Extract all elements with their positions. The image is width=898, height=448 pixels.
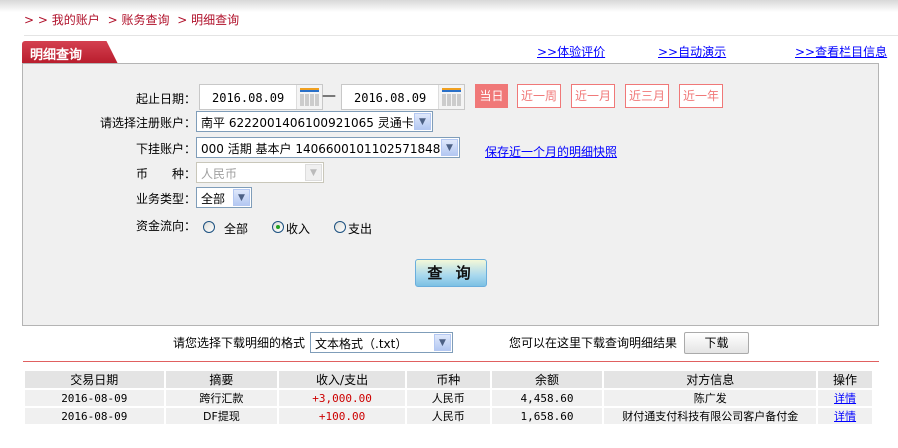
range-today-button[interactable]: 当日 <box>475 84 508 108</box>
flow-all-label[interactable]: 全部 <box>224 220 248 237</box>
chevron-down-icon: ▼ <box>434 334 451 351</box>
download-format-select[interactable]: 文本格式（.txt） ▼ <box>310 332 453 353</box>
col-counterparty: 对方信息 <box>602 369 819 390</box>
flow-income-label[interactable]: 收入 <box>286 220 310 237</box>
cell-currency: 人民币 <box>404 388 492 408</box>
calendar-icon[interactable] <box>296 85 322 109</box>
end-date-input[interactable]: 2016.08.09 <box>341 84 465 110</box>
download-format-label: 请您选择下载明细的格式 <box>172 336 305 350</box>
flow-all-radio[interactable] <box>203 221 215 233</box>
table-header: 交易日期 摘要 收入/支出 币种 余额 对方信息 操作 <box>23 369 874 390</box>
cell-action: 详情 <box>816 406 874 426</box>
chevron-down-icon: ▼ <box>441 139 458 156</box>
date-label: 起止日期： <box>135 92 196 106</box>
reg-account-label: 请选择注册账户： <box>99 116 196 130</box>
col-amount: 收入/支出 <box>277 369 407 390</box>
detail-table: 交易日期 摘要 收入/支出 币种 余额 对方信息 操作 2016-08-09 跨… <box>23 369 874 426</box>
chevron-down-icon: ▼ <box>414 113 431 130</box>
breadcrumb: > > 我的账户 > 账务查询 > 明细查询 <box>24 11 243 28</box>
save-snapshot-link[interactable]: 保存近一个月的明细快照 <box>485 143 617 160</box>
col-currency: 币种 <box>404 369 492 390</box>
biz-type-label: 业务类型： <box>135 192 196 206</box>
tab-detail-query[interactable]: 明细查询 <box>22 41 118 64</box>
flow-expense-radio[interactable] <box>334 221 346 233</box>
col-date: 交易日期 <box>23 369 166 390</box>
col-balance: 余额 <box>489 369 605 390</box>
range-3months-button[interactable]: 近三月 <box>625 84 669 108</box>
cell-amount: +100.00 <box>277 406 407 426</box>
breadcrumb-account-query[interactable]: > 账务查询 <box>108 13 170 27</box>
table-row: 2016-08-09 跨行汇款 +3,000.00 人民币 4,458.60 陈… <box>23 388 874 408</box>
download-hint: 您可以在这里下载查询明细结果 <box>509 336 678 350</box>
calendar-icon[interactable] <box>438 85 464 109</box>
cell-date: 2016-08-09 <box>23 388 166 408</box>
detail-link[interactable]: 详情 <box>834 410 856 423</box>
link-experience-rating[interactable]: >>体验评价 <box>537 43 605 60</box>
col-action: 操作 <box>816 369 874 390</box>
divider <box>24 35 898 36</box>
cell-action: 详情 <box>816 388 874 408</box>
currency-select: 人民币 ▼ <box>196 162 324 183</box>
cell-currency: 人民币 <box>404 406 492 426</box>
link-auto-demo[interactable]: >>自动演示 <box>658 43 726 60</box>
date-dash: — <box>322 88 336 104</box>
chevron-down-icon: ▼ <box>233 189 250 206</box>
cell-summary: DF提现 <box>163 406 280 426</box>
start-date-input[interactable]: 2016.08.09 <box>199 84 323 110</box>
table-row: 2016-08-09 DF提现 +100.00 人民币 1,658.60 财付通… <box>23 406 874 426</box>
cell-amount: +3,000.00 <box>277 388 407 408</box>
breadcrumb-my-account[interactable]: > > 我的账户 <box>24 13 100 27</box>
link-column-info[interactable]: >>查看栏目信息 <box>795 43 887 60</box>
detail-link[interactable]: 详情 <box>834 392 856 405</box>
cell-balance: 4,458.60 <box>489 388 605 408</box>
flow-expense-label[interactable]: 支出 <box>348 220 372 237</box>
breadcrumb-detail-query[interactable]: > 明细查询 <box>177 13 239 27</box>
cell-summary: 跨行汇款 <box>163 388 280 408</box>
range-year-button[interactable]: 近一年 <box>679 84 723 108</box>
reg-account-select[interactable]: 南平 6222001406100921065 灵通卡 ▼ <box>196 111 433 132</box>
sub-account-select[interactable]: 000 活期 基本户 1406600101102571848 ▼ <box>196 137 460 158</box>
flow-income-radio[interactable] <box>272 221 284 233</box>
query-button[interactable]: 查 询 <box>415 259 487 287</box>
sub-account-label: 下挂账户： <box>135 142 196 156</box>
cell-date: 2016-08-09 <box>23 406 166 426</box>
currency-label: 币 种： <box>135 167 196 181</box>
download-button[interactable]: 下载 <box>684 332 749 354</box>
range-month-button[interactable]: 近一月 <box>571 84 615 108</box>
col-summary: 摘要 <box>163 369 280 390</box>
cell-balance: 1,658.60 <box>489 406 605 426</box>
cell-counterparty: 陈广发 <box>602 388 819 408</box>
chevron-down-icon: ▼ <box>305 164 322 181</box>
flow-label: 资金流向： <box>135 219 196 233</box>
cell-counterparty: 财付通支付科技有限公司客户备付金 <box>602 406 819 426</box>
biz-type-select[interactable]: 全部 ▼ <box>196 187 252 208</box>
divider <box>23 361 879 362</box>
range-week-button[interactable]: 近一周 <box>517 84 561 108</box>
